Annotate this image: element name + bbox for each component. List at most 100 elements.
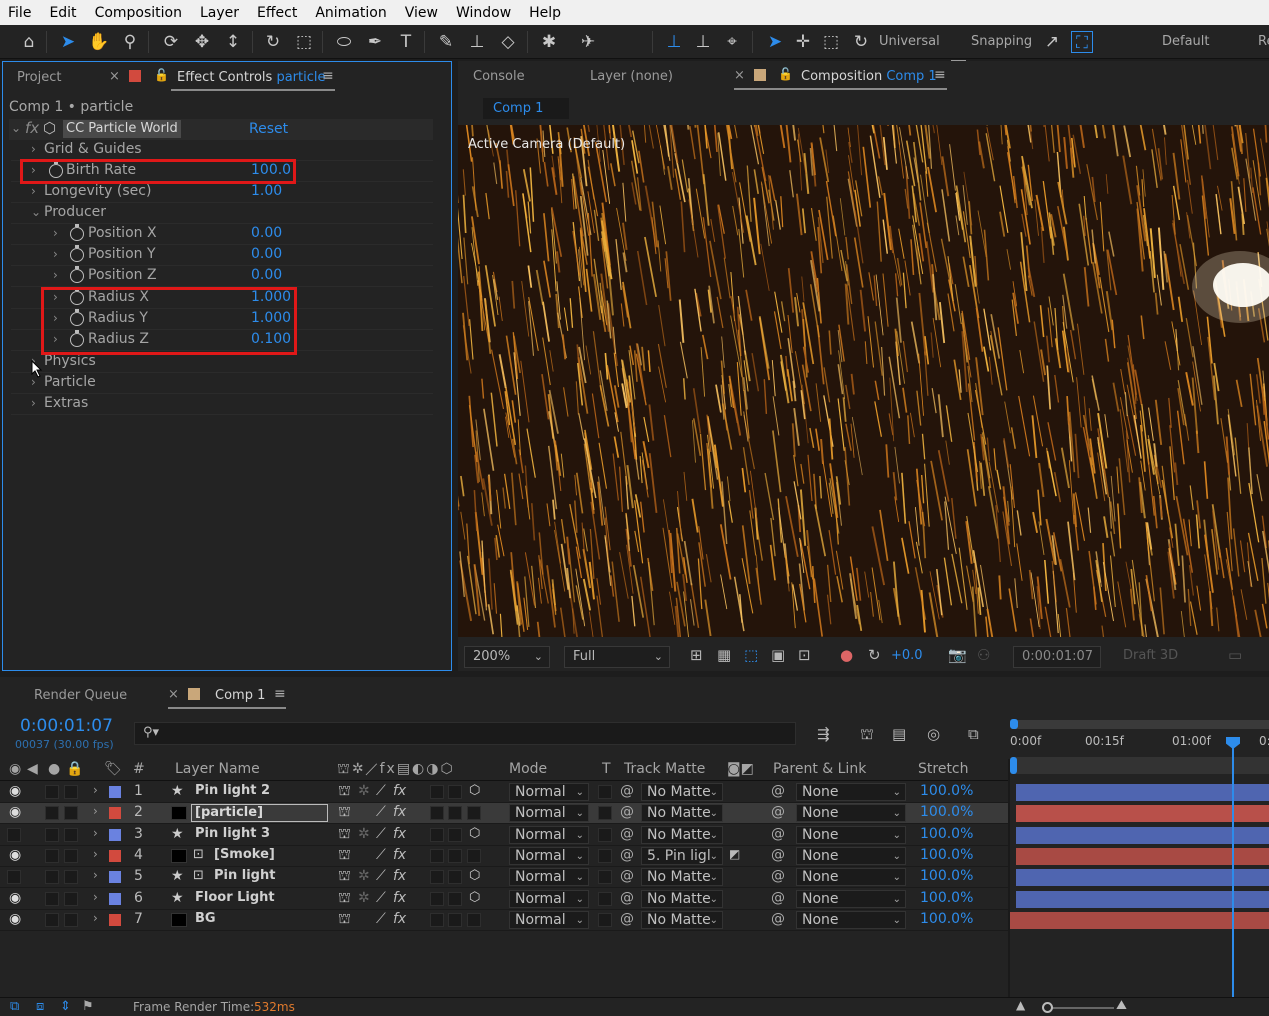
lock-toggle[interactable] <box>64 806 78 820</box>
layer-row[interactable]: ◉ › 2 [particle] ⛫ ⟋ fx Normal ⌄ @ No Matte ⌄ @ None ⌄… <box>0 803 1008 824</box>
quality-switch-icon[interactable]: ⟋ <box>376 868 386 884</box>
property-group-extras[interactable]: › Extras <box>11 394 433 415</box>
lock-toggle[interactable] <box>64 785 78 799</box>
chevron-right-icon[interactable]: › <box>31 142 36 156</box>
column-layer-name[interactable]: Layer Name <box>175 761 260 777</box>
visibility-toggle[interactable] <box>7 828 21 842</box>
lock-icon[interactable]: 🔒 <box>66 761 83 777</box>
fx-switch-icon[interactable]: fx <box>393 804 406 820</box>
chevron-right-icon[interactable]: › <box>31 184 36 198</box>
selection-tool-icon[interactable]: ➤ <box>57 31 79 53</box>
comp-subtab[interactable]: Comp 1 <box>483 98 569 119</box>
home-icon[interactable]: ⌂ <box>18 31 40 53</box>
3d-ground-plane-icon[interactable]: ▭ <box>1228 646 1242 664</box>
stopwatch-icon[interactable] <box>70 266 84 283</box>
local-axis-icon[interactable]: ⊥ <box>663 31 685 53</box>
frame-blending-icon[interactable]: ▤ <box>892 725 906 743</box>
stretch-value[interactable]: 100.0% <box>920 868 973 884</box>
hand-tool-icon[interactable]: ✋ <box>88 31 110 53</box>
graph-editor-icon[interactable]: ⧉ <box>968 725 979 743</box>
property-value[interactable]: 1.00 <box>251 183 282 199</box>
pickwhip-icon[interactable]: @ <box>620 826 634 842</box>
eye-icon[interactable]: ◉ <box>9 783 21 799</box>
preserve-transparency-switch[interactable] <box>598 849 612 863</box>
solo-toggle[interactable] <box>45 870 59 884</box>
parent-pickwhip-icon[interactable]: @ <box>771 868 785 884</box>
blend-mode-dropdown[interactable]: Normal ⌄ <box>509 847 589 865</box>
3d-scale-icon[interactable]: ⬚ <box>820 31 842 53</box>
shy-switch-icon[interactable]: ⛫ <box>338 890 351 908</box>
comp-flowchart-icon[interactable]: ⇶ <box>817 725 830 743</box>
layer-name[interactable]: Floor Light <box>195 890 275 905</box>
shy-switch-icon[interactable]: ⛫ <box>338 826 351 844</box>
draft-3d-toggle[interactable]: Draft 3D <box>1123 648 1178 663</box>
blend-mode-dropdown[interactable]: Normal ⌄ <box>509 868 589 886</box>
rotation-tool-icon[interactable]: ↻ <box>262 31 284 53</box>
layer-row[interactable]: ◉ › 7 BG ⛫ ⟋ fx Normal ⌄ @ No Matte ⌄ @ None ⌄ 100.0% <box>0 910 1008 931</box>
label-color-swatch[interactable] <box>109 829 121 841</box>
zoom-slider-thumb[interactable] <box>1042 1002 1053 1013</box>
workspace-next[interactable]: Re <box>1258 34 1269 49</box>
stretch-value[interactable]: 100.0% <box>920 911 973 927</box>
motion-blur-switch[interactable] <box>430 785 444 799</box>
eraser-tool-icon[interactable]: ◇ <box>497 31 519 53</box>
pan-camera-icon[interactable]: ✥ <box>191 31 213 53</box>
reset-link[interactable]: Reset <box>249 121 288 137</box>
motion-blur-switch[interactable] <box>430 806 444 820</box>
parent-dropdown[interactable]: None ⌄ <box>796 911 906 929</box>
close-icon[interactable]: × <box>109 69 120 84</box>
chevron-right-icon[interactable]: › <box>93 847 98 861</box>
chevron-right-icon[interactable]: › <box>93 804 98 818</box>
3d-layer-switch[interactable] <box>467 806 481 820</box>
modes-toggle-icon[interactable]: ⧈ <box>36 999 44 1014</box>
visibility-toggle[interactable] <box>7 870 21 884</box>
tab-timeline-comp[interactable]: Comp 1 <box>215 688 265 703</box>
label-color-swatch[interactable] <box>109 914 121 926</box>
stopwatch-icon[interactable] <box>70 224 84 241</box>
quality-switch-icon[interactable]: ⟋ <box>376 890 386 906</box>
3d-rotate-icon[interactable]: ↻ <box>850 31 872 53</box>
label-color-swatch[interactable] <box>109 786 121 798</box>
collapse-switch-icon[interactable]: ✲ <box>358 890 370 906</box>
lock-toggle[interactable] <box>64 870 78 884</box>
render-time-toggle-icon[interactable]: ⚑ <box>82 999 94 1014</box>
adjustment-switch[interactable] <box>448 913 462 927</box>
layer-name[interactable]: Pin light 2 <box>195 783 270 798</box>
parent-pickwhip-icon[interactable]: @ <box>771 847 785 863</box>
timeline-divider[interactable] <box>1008 759 1010 997</box>
solo-toggle[interactable] <box>45 849 59 863</box>
3d-layer-cube-icon[interactable]: ⬡ <box>469 783 480 798</box>
fx-switch-icon[interactable]: fx <box>393 868 406 884</box>
layer-name[interactable]: [particle] <box>191 804 328 822</box>
solo-toggle[interactable] <box>45 828 59 842</box>
brush-tool-icon[interactable]: ✎ <box>435 31 457 53</box>
menu-file[interactable]: File <box>8 5 31 21</box>
motion-blur-icon[interactable]: ◎ <box>927 725 940 743</box>
mask-visibility-icon[interactable]: ⬚ <box>744 646 758 664</box>
stretch-value[interactable]: 100.0% <box>920 783 973 799</box>
resolution-dropdown[interactable]: Full ⌄ <box>564 646 670 668</box>
layer-row[interactable]: ◉ › 1 ★ Pin light 2 ⛫ ✲ ⟋ fx ⬡ Normal ⌄ @ No Matte ⌄ @ N… <box>0 782 1008 803</box>
playhead-line[interactable] <box>1232 737 1234 997</box>
quality-switch-icon[interactable]: ⟋ <box>376 804 386 820</box>
blend-mode-dropdown[interactable]: Normal ⌄ <box>509 890 589 908</box>
preserve-transparency-switch[interactable] <box>598 806 612 820</box>
tab-composition[interactable]: Composition Comp 1 <box>801 69 937 84</box>
layer-name[interactable]: [Smoke] <box>214 847 275 862</box>
3d-layer-cube-icon[interactable]: ⬡ <box>469 826 480 841</box>
parent-dropdown[interactable]: None ⌄ <box>796 826 906 844</box>
parent-dropdown[interactable]: None ⌄ <box>796 890 906 908</box>
transparency-grid-icon[interactable]: ▦ <box>717 646 731 664</box>
property-row-position-y[interactable]: › Position Y 0.00 <box>11 245 433 266</box>
motion-blur-switch[interactable] <box>430 892 444 906</box>
layer-row[interactable]: › 5 ★ ⊡ Pin light ⛫ ✲ ⟋ fx ⬡ Normal ⌄ @ No Matte ⌄ @ Non… <box>0 867 1008 888</box>
blend-mode-dropdown[interactable]: Normal ⌄ <box>509 804 589 822</box>
adjustment-switch[interactable] <box>448 892 462 906</box>
label-color-swatch[interactable] <box>109 893 121 905</box>
fx-switch-icon[interactable]: fx <box>393 826 406 842</box>
hide-shy-layers-icon[interactable]: ⛫ <box>860 725 874 745</box>
snap-options-icon[interactable]: ↗ <box>1041 31 1063 53</box>
stretch-value[interactable]: 100.0% <box>920 890 973 906</box>
roto-brush-icon[interactable]: ✱ <box>538 31 560 53</box>
menu-effect[interactable]: Effect <box>257 5 297 21</box>
